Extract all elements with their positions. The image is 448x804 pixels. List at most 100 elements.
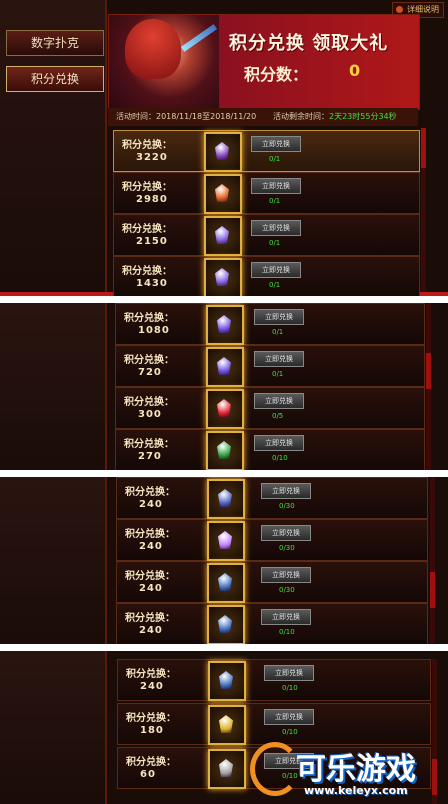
sidebar [0,477,107,644]
exchange-button[interactable]: 立即兑换 [251,262,301,278]
row-label: 积分兑换： [122,224,172,235]
red-gem-icon[interactable] [206,389,244,429]
exchange-row: 积分兑换： 240 立即兑换 0/10 [117,659,431,701]
exchange-button[interactable]: 立即兑换 [254,435,304,451]
exchange-row: 积分兑换： 300 立即兑换 0/5 [115,387,425,429]
purple-gem-icon[interactable] [206,347,244,387]
exchange-count: 0/10 [282,728,298,736]
exchange-count: 0/1 [269,197,281,205]
exchange-row: 积分兑换： 270 立即兑换 0/10 [115,429,425,470]
exchange-button[interactable]: 立即兑换 [261,609,311,625]
row-label: 积分兑换： [122,140,172,151]
row-label: 积分兑换： [126,713,176,724]
watermark-logo-icon [250,742,300,796]
scrollbar[interactable] [426,303,431,470]
blue-chest-icon[interactable] [207,563,245,603]
glowing-orb-icon[interactable] [207,521,245,561]
row-label: 积分兑换： [122,182,172,193]
horse-statue-icon[interactable] [208,749,246,789]
panel-2: 积分兑换： 1080 立即兑换 0/1 积分兑换： 720 立即兑换 0/1 积分兑换： 300 立… [0,303,448,470]
panel-1: 数字扑克 积分兑换 详细说明 积分兑换 领取大礼 积分数： 0 活动时间：201… [0,0,448,296]
exchange-button[interactable]: 立即兑换 [264,709,314,725]
exchange-button[interactable]: 立即兑换 [261,567,311,583]
exchange-row: 积分兑换： 240 立即兑换 0/30 [116,561,428,603]
exchange-button[interactable]: 立即兑换 [261,483,311,499]
row-label: 积分兑换： [126,757,176,768]
row-label: 积分兑换： [125,487,175,498]
row-points: 1080 [138,325,170,336]
exchange-count: 0/1 [269,155,281,163]
row-points: 2980 [136,194,168,205]
points-label: 积分数： [244,65,309,84]
scroll-thumb[interactable] [426,353,431,389]
purple-gem-icon[interactable] [206,305,244,345]
exchange-count: 0/30 [279,586,295,594]
purple-chest-icon[interactable] [204,132,242,172]
exchange-button[interactable]: 立即兑换 [251,178,301,194]
exchange-button[interactable]: 立即兑换 [254,309,304,325]
exchange-button[interactable]: 立即兑换 [254,351,304,367]
exchange-count: 0/1 [269,239,281,247]
exchange-row: 积分兑换： 1080 立即兑换 0/1 [115,303,425,345]
exchange-count: 0/10 [282,684,298,692]
row-points: 240 [139,625,163,636]
row-label: 积分兑换： [124,397,174,408]
watermark-text: 可乐游戏 [296,752,416,787]
row-points: 60 [140,769,156,780]
row-label: 积分兑换： [126,669,176,680]
exchange-count: 0/5 [272,412,284,420]
exchange-count: 0/1 [269,281,281,289]
exchange-count: 0/1 [272,328,284,336]
scroll-box-icon[interactable] [207,479,245,519]
row-points: 240 [139,541,163,552]
exchange-count: 0/10 [279,628,295,636]
blue-chest-icon[interactable] [208,661,246,701]
sidebar [0,303,107,470]
row-label: 积分兑换： [125,571,175,582]
row-label: 积分兑换： [125,529,175,540]
row-points: 240 [139,499,163,510]
scroll-thumb[interactable] [430,572,435,608]
watermark: 可乐游戏 www.keleyx.com [250,738,446,802]
panel-3: 积分兑换： 240 立即兑换 0/30 积分兑换： 240 立即兑换 0/30 积分兑换： 240… [0,477,448,644]
blue-chest-icon[interactable] [207,605,245,644]
activity-time: 活动时间：2018/11/18至2018/11/20 [116,112,257,121]
watermark-url: www.keleyx.com [304,784,408,797]
scrollbar[interactable] [421,128,426,296]
row-points: 1430 [136,278,168,289]
scroll-thumb[interactable] [421,128,426,168]
exchange-button[interactable]: 立即兑换 [264,665,314,681]
exchange-count: 0/1 [272,370,284,378]
exchange-button[interactable]: 立即兑换 [254,393,304,409]
green-potion-icon[interactable] [206,431,244,470]
row-points: 240 [139,583,163,594]
exchange-count: 0/10 [272,454,288,462]
row-points: 240 [140,681,164,692]
exchange-row: 积分兑换： 2980 立即兑换 0/1 [113,172,420,214]
orange-pouch-icon[interactable] [204,174,242,214]
row-label: 积分兑换： [125,613,175,624]
row-points: 720 [138,367,162,378]
row-points: 3220 [136,152,168,163]
scrollbar[interactable] [430,477,435,644]
sidebar-item-digital-poker[interactable]: 数字扑克 [6,30,104,56]
sidebar-item-points-exchange[interactable]: 积分兑换 [6,66,104,92]
row-label: 积分兑换： [124,439,174,450]
remaining-label: 活动剩余时间： [273,112,329,121]
exchange-button[interactable]: 立即兑换 [251,220,301,236]
purple-gem-icon[interactable] [204,216,242,256]
gold-ingot-icon[interactable] [208,705,246,745]
row-points: 2150 [136,236,168,247]
exchange-button[interactable]: 立即兑换 [251,136,301,152]
exchange-row: 积分兑换： 2150 立即兑换 0/1 [113,214,420,256]
exchange-button[interactable]: 立即兑换 [261,525,311,541]
exchange-row: 积分兑换： 3220 立即兑换 0/1 [113,130,420,172]
purple-gem-icon[interactable] [204,258,242,296]
activity-bar: 活动时间：2018/11/18至2018/11/20 活动剩余时间：2天23时5… [108,108,418,126]
exchange-count: 0/30 [279,502,295,510]
exchange-row: 积分兑换： 240 立即兑换 0/30 [116,519,428,561]
exchange-row: 积分兑换： 720 立即兑换 0/1 [115,345,425,387]
sidebar: 数字扑克 积分兑换 [0,0,107,296]
row-label: 积分兑换： [124,313,174,324]
exchange-count: 0/30 [279,544,295,552]
